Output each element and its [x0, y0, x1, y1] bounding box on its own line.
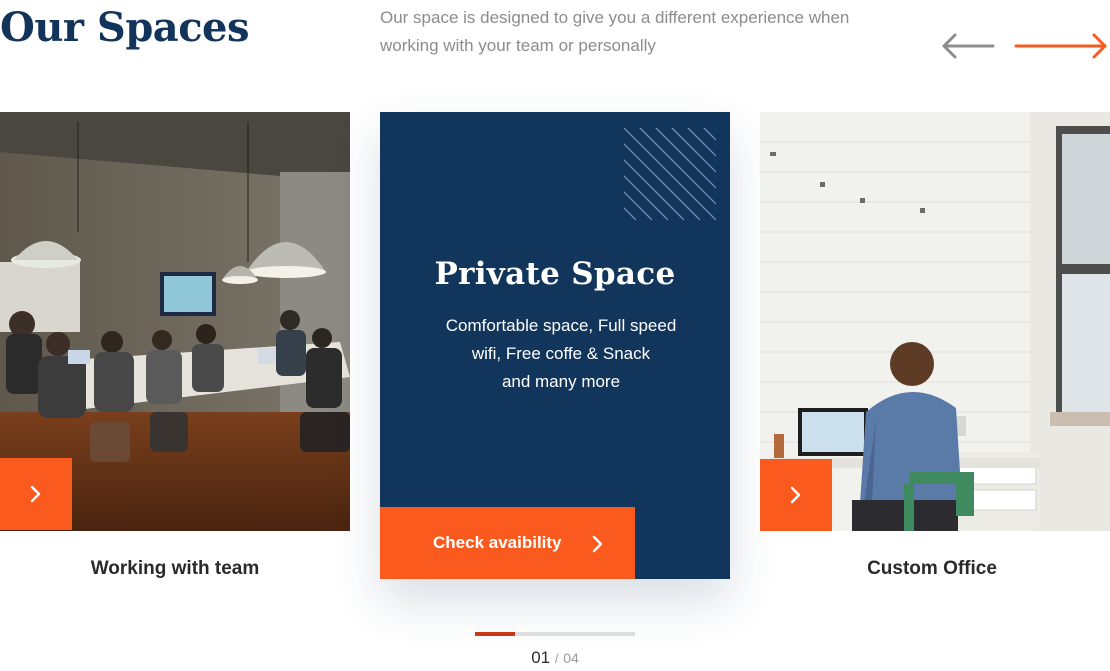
- total-slide-number: 04: [563, 650, 579, 666]
- featured-description-line: and many more: [501, 372, 621, 391]
- open-space-button[interactable]: [0, 458, 72, 530]
- chevron-right-icon: [790, 486, 801, 504]
- slide-counter-separator: /: [554, 651, 559, 666]
- next-slide-button[interactable]: [1012, 28, 1110, 64]
- section-title: Our Spaces: [0, 4, 250, 51]
- check-availability-label: Check avaibility: [433, 533, 562, 552]
- featured-description-line: wifi, Free coffe & Snack: [471, 344, 651, 363]
- space-card-custom-office[interactable]: [760, 112, 1110, 531]
- slide-counter: 01 / 04: [475, 648, 635, 668]
- chevron-right-icon: [30, 485, 41, 503]
- featured-space-description: Comfortable space, Full speed wifi, Free…: [435, 312, 687, 396]
- card-caption-custom-office: Custom Office: [867, 558, 997, 579]
- check-availability-button[interactable]: Check avaibility: [380, 507, 635, 579]
- section-description: Our space is designed to give you a diff…: [380, 8, 850, 55]
- space-card-working-with-team[interactable]: [0, 112, 350, 531]
- card-caption-working-with-team: Working with team: [90, 558, 260, 579]
- diagonal-lines-pattern: [624, 128, 716, 220]
- arrow-right-icon: [1014, 33, 1107, 59]
- featured-space-card: Private Space Comfortable space, Full sp…: [380, 112, 730, 579]
- slider-progress-bar: [475, 632, 635, 636]
- arrow-left-icon: [942, 33, 995, 59]
- featured-space-title: Private Space: [434, 256, 676, 292]
- current-slide-number: 01: [531, 648, 551, 667]
- open-space-button[interactable]: [760, 459, 832, 531]
- chevron-right-icon: [592, 535, 603, 553]
- previous-slide-button[interactable]: [936, 28, 998, 64]
- featured-description-line: Comfortable space, Full speed: [445, 316, 677, 335]
- slider-progress-fill: [475, 632, 515, 636]
